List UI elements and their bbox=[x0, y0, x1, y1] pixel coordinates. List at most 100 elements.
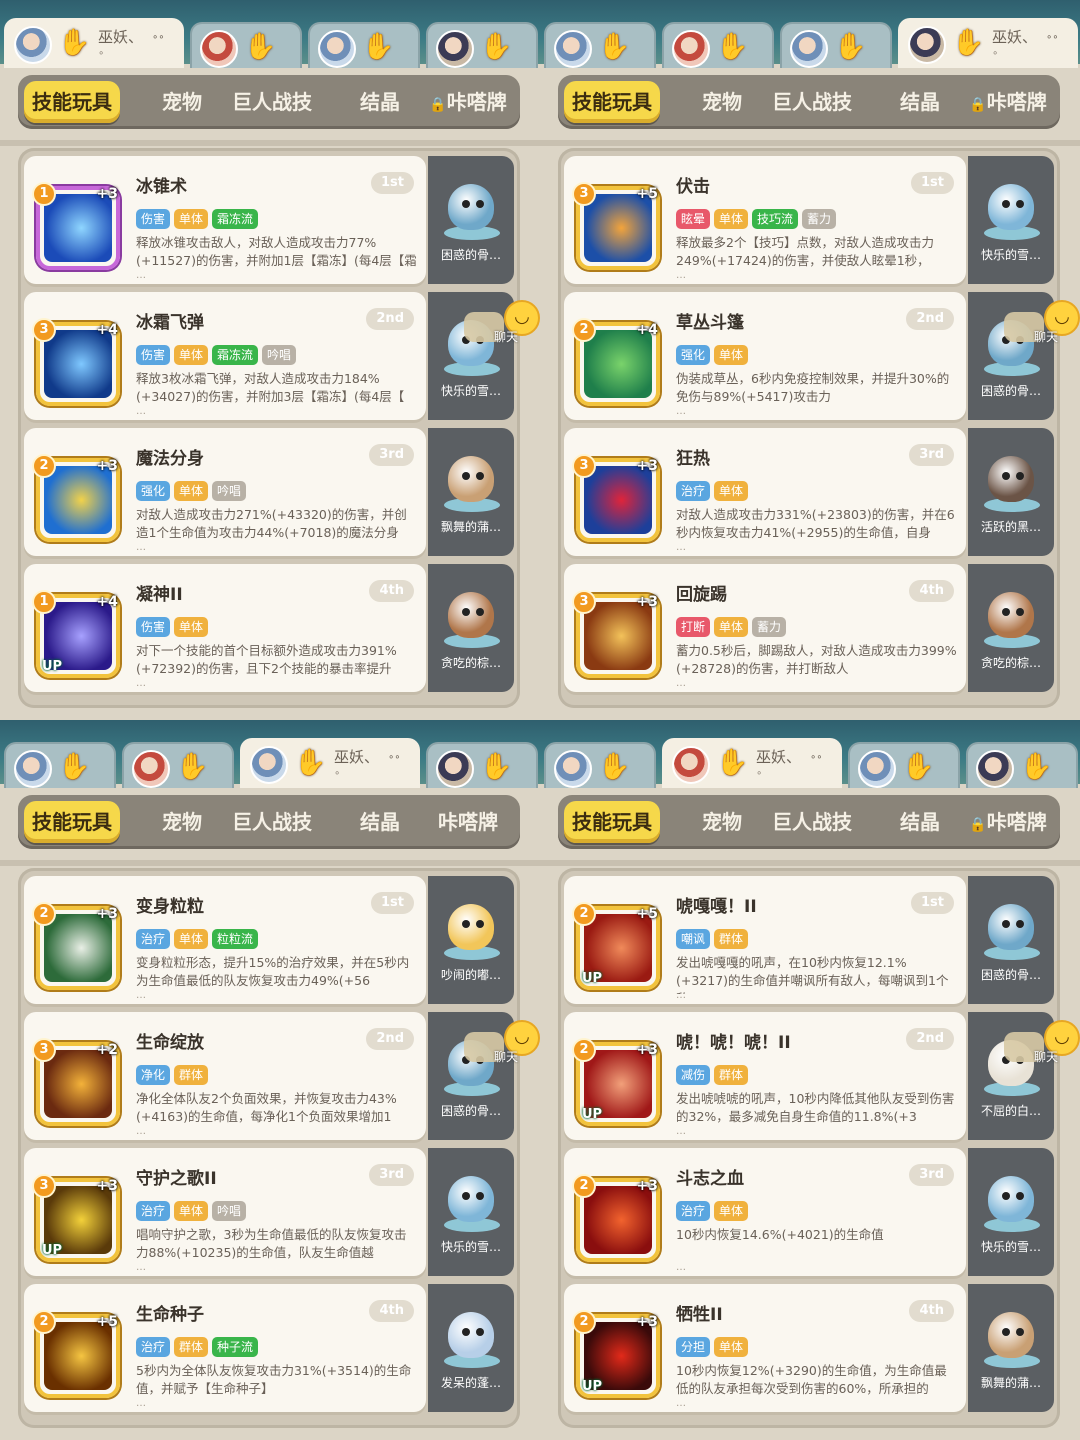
skill-icon[interactable]: 2 +5 bbox=[32, 1310, 120, 1398]
pet-slot[interactable]: 飘舞的蒲… bbox=[968, 1284, 1054, 1412]
skill-icon[interactable]: 3 +4 bbox=[32, 318, 120, 406]
pet-name: 快乐的雪… bbox=[440, 384, 501, 398]
player-tab[interactable]: ✋ bbox=[780, 22, 892, 68]
pet-slot[interactable]: 快乐的雪… bbox=[968, 1148, 1054, 1276]
skill-card[interactable]: 2 +3 斗志之血 3rd 治疗 单体 10秒内恢复14.6%(+4021)的生命值… bbox=[564, 1148, 966, 1276]
player-tab[interactable]: ✋ 巫妖、 ∘∘ ∘ bbox=[662, 738, 842, 788]
skill-card[interactable]: 2 +4 草丛斗篷 2nd 强化 单体 伪装成草丛，6秒内免疫控制效果，并提升30%的免伤与… bbox=[564, 292, 966, 420]
player-tab[interactable]: ✋ bbox=[426, 742, 538, 788]
tab-3[interactable]: 结晶 bbox=[882, 81, 958, 123]
skill-icon[interactable]: 2 +3 UP bbox=[572, 1310, 660, 1398]
skill-card[interactable]: 3 +3 回旋踢 4th 打断 单体 蓄力 蓄力0.5秒后，脚踢敌人，对敌人造成攻击力399%… bbox=[564, 564, 966, 692]
rank-badge: 3rd bbox=[909, 444, 954, 466]
player-tab[interactable]: ✋ bbox=[848, 742, 960, 788]
skill-tag: 伤害 bbox=[136, 617, 171, 637]
skill-icon[interactable]: 2 +3 bbox=[572, 1174, 660, 1262]
player-avatar bbox=[790, 30, 828, 68]
chat-button[interactable]: ◡ 聊天 bbox=[1004, 300, 1080, 352]
skill-card[interactable]: 1 +3 冰锥术 1st 伤害 单体 霜冻流 释放冰锥攻击敌人，对敌人造成攻击力77%(+11… bbox=[24, 156, 426, 284]
skill-icon[interactable]: 2 +5 UP bbox=[572, 902, 660, 990]
pet-slot[interactable]: 快乐的雪… bbox=[428, 1148, 514, 1276]
tab-1[interactable]: 宠物 bbox=[682, 801, 762, 843]
skill-card[interactable]: 2 +3 变身粒粒 1st 治疗 单体 粒粒流 变身粒粒形态，提升15%的治疗效果，并在5秒内… bbox=[24, 876, 426, 1004]
pet-slot[interactable]: 困惑的骨… bbox=[428, 156, 514, 284]
pet-slot[interactable]: 贪吃的棕… bbox=[968, 564, 1054, 692]
pet-name: 贪吃的棕… bbox=[440, 656, 501, 670]
pet-slot[interactable]: 飘舞的蒲… bbox=[428, 428, 514, 556]
tab-3[interactable]: 结晶 bbox=[882, 801, 958, 843]
chat-button[interactable]: ◡ 聊天 bbox=[464, 1020, 540, 1072]
skill-card[interactable]: 2 +3 UP 唬！唬！唬！II 2nd 减伤 群体 发出唬唬唬的吼声，10秒内降低其他队友受… bbox=[564, 1012, 966, 1140]
player-tab[interactable]: ✋ bbox=[426, 22, 538, 68]
player-tab[interactable]: ✋ bbox=[966, 742, 1078, 788]
skill-card[interactable]: 1 +4 UP 凝神II 4th 伤害 单体 对下一个技能的首个目标额外造成攻击力391%(+… bbox=[24, 564, 426, 692]
tab-2[interactable]: 巨人战技 bbox=[762, 801, 862, 843]
player-tab[interactable]: ✋ bbox=[190, 22, 302, 68]
tab-1[interactable]: 宠物 bbox=[142, 801, 222, 843]
skill-icon[interactable]: 3 +3 bbox=[572, 590, 660, 678]
pet-eye bbox=[1016, 608, 1024, 616]
tab-3[interactable]: 结晶 bbox=[342, 81, 418, 123]
player-tab[interactable]: ✋ 巫妖、 ∘∘ ∘ bbox=[240, 738, 420, 788]
skill-tag: 群体 bbox=[174, 1065, 209, 1085]
player-tab[interactable]: ✋ bbox=[662, 22, 774, 68]
pet-slot[interactable]: 快乐的雪… bbox=[968, 156, 1054, 284]
skill-icon[interactable]: 3 +5 bbox=[572, 182, 660, 270]
chat-button[interactable]: ◡ 聊天 bbox=[1004, 1020, 1080, 1072]
tab-2[interactable]: 巨人战技 bbox=[222, 81, 322, 123]
skill-card[interactable]: 3 +4 冰霜飞弹 2nd 伤害 单体 霜冻流 吟唱 释放3枚冰霜飞弹，对敌人造成攻击力184%… bbox=[24, 292, 426, 420]
pet-slot[interactable]: 发呆的蓬… bbox=[428, 1284, 514, 1412]
skill-icon[interactable]: 2 +3 bbox=[32, 454, 120, 542]
player-tab[interactable]: ✋ 巫妖、 ∘∘ ∘ bbox=[4, 18, 184, 68]
skill-icon[interactable]: 3 +3 bbox=[572, 454, 660, 542]
player-tab[interactable]: ✋ 巫妖、 ∘∘ ∘ bbox=[898, 18, 1078, 68]
skill-name: 冰锥术 bbox=[136, 177, 187, 197]
tab-3[interactable]: 结晶 bbox=[342, 801, 418, 843]
skill-description: 变身粒粒形态，提升15%的治疗效果，并在5秒内为生命值最低的队友恢复攻击力49%… bbox=[136, 955, 410, 988]
skill-icon[interactable]: 1 +4 UP bbox=[32, 590, 120, 678]
skill-card[interactable]: 2 +3 魔法分身 3rd 强化 单体 吟唱 对敌人造成攻击力271%(+43320)的伤害，… bbox=[24, 428, 426, 556]
skill-art bbox=[584, 330, 652, 398]
tab-4[interactable]: 🔒咔嗒牌 bbox=[960, 81, 1056, 123]
skill-icon[interactable]: 2 +3 bbox=[32, 902, 120, 990]
tab-2[interactable]: 巨人战技 bbox=[222, 801, 322, 843]
tab-0[interactable]: 技能玩具 bbox=[24, 801, 120, 843]
tab-2[interactable]: 巨人战技 bbox=[762, 81, 862, 123]
player-tab[interactable]: ✋ bbox=[544, 22, 656, 68]
tab-1[interactable]: 宠物 bbox=[142, 81, 222, 123]
tab-0[interactable]: 技能玩具 bbox=[24, 81, 120, 123]
skill-card[interactable]: 3 +3 UP 守护之歌II 3rd 治疗 单体 吟唱 唱响守护之歌，3秒为生命值最低的队友恢复… bbox=[24, 1148, 426, 1276]
pet-slot[interactable]: 吵闹的嘟… bbox=[428, 876, 514, 1004]
pet-slot[interactable]: 贪吃的棕… bbox=[428, 564, 514, 692]
skill-description: 对敌人造成攻击力331%(+23803)的伤害，并在6秒内恢复攻击力41%(+2… bbox=[676, 507, 955, 540]
skill-icon[interactable]: 3 +3 UP bbox=[32, 1174, 120, 1262]
tab-0[interactable]: 技能玩具 bbox=[564, 81, 660, 123]
slot-badge: 1 bbox=[32, 182, 56, 206]
skill-card[interactable]: 3 +5 伏击 1st 眩晕 单体 技巧流 蓄力 释放最多2个【技巧】点数，对敌人造成攻击力24… bbox=[564, 156, 966, 284]
slot-badge: 2 bbox=[32, 1310, 56, 1334]
skill-card[interactable]: 3 +2 生命绽放 2nd 净化 群体 净化全体队友2个负面效果，并恢复攻击力43%(+41… bbox=[24, 1012, 426, 1140]
pet-slot[interactable]: 活跃的黑… bbox=[968, 428, 1054, 556]
chat-button[interactable]: ◡ 聊天 bbox=[464, 300, 540, 352]
player-tab[interactable]: ✋ bbox=[308, 22, 420, 68]
skill-card[interactable]: 2 +3 UP 牺牲II 4th 分担 单体 10秒内恢复12%(+3290)的生命值，为生命… bbox=[564, 1284, 966, 1412]
tab-4[interactable]: 🔒咔嗒牌 bbox=[960, 801, 1056, 843]
tab-0[interactable]: 技能玩具 bbox=[564, 801, 660, 843]
skill-icon[interactable]: 2 +3 UP bbox=[572, 1038, 660, 1126]
player-tab[interactable]: ✋ bbox=[122, 742, 234, 788]
skill-card[interactable]: 3 +3 狂热 3rd 治疗 单体 对敌人造成攻击力331%(+23803)的伤害，并在6秒… bbox=[564, 428, 966, 556]
lock-icon: 🔒 bbox=[429, 97, 447, 113]
player-tab[interactable]: ✋ bbox=[4, 742, 116, 788]
tab-4[interactable]: 咔嗒牌 bbox=[420, 801, 516, 843]
tab-1[interactable]: 宠物 bbox=[682, 81, 762, 123]
skill-card[interactable]: 2 +5 生命种子 4th 治疗 群体 种子流 5秒内为全体队友恢复攻击力31%(+3514)… bbox=[24, 1284, 426, 1412]
skill-card[interactable]: 2 +5 UP 唬嘎嘎！II 1st 嘲讽 群体 发出唬嘎嘎的吼声，在10秒内恢复12.1%(… bbox=[564, 876, 966, 1004]
player-tab[interactable]: ✋ bbox=[544, 742, 656, 788]
skill-tags: 治疗 单体 bbox=[676, 1200, 752, 1221]
skill-tag: 眩晕 bbox=[676, 209, 711, 229]
skill-icon[interactable]: 1 +3 bbox=[32, 182, 120, 270]
pet-slot[interactable]: 困惑的骨… bbox=[968, 876, 1054, 1004]
skill-icon[interactable]: 2 +4 bbox=[572, 318, 660, 406]
tab-4[interactable]: 🔒咔嗒牌 bbox=[420, 81, 516, 123]
skill-icon[interactable]: 3 +2 bbox=[32, 1038, 120, 1126]
